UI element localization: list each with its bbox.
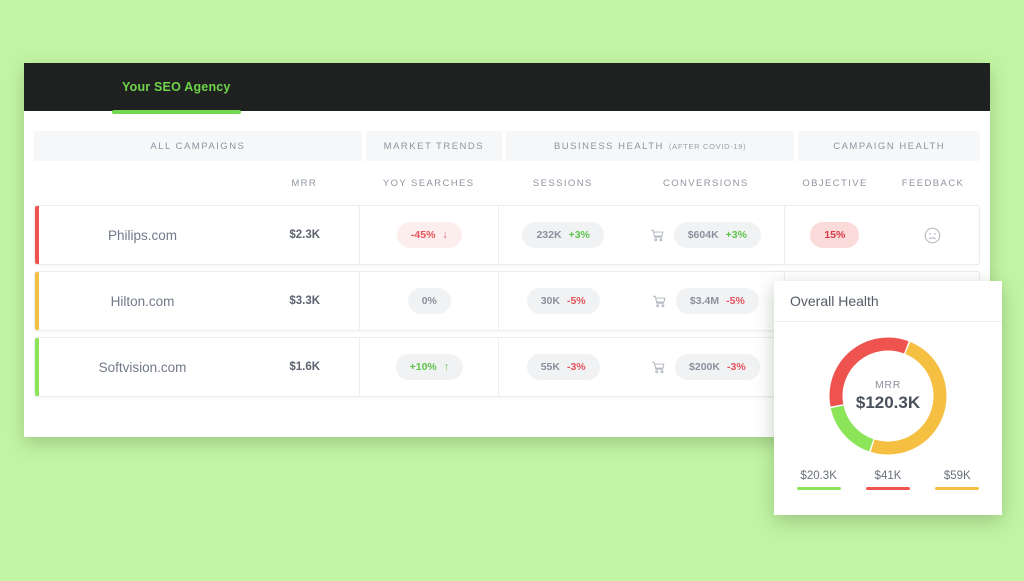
cell-sessions: 232K +3% [498,206,627,264]
donut-metric-value: $120.3K [855,393,921,412]
sessions-value: 55K [540,361,560,373]
active-tab-underline [112,110,241,114]
conversions-delta: -3% [726,361,746,373]
sessions-value: 30K [540,295,560,307]
legend-color-bar [796,487,841,490]
cell-mrr: $3.3K [289,295,321,307]
column-header-conversions[interactable]: CONVERSIONS [663,178,749,189]
sessions-delta: -3% [566,361,586,373]
column-group-label: BUSINESS HEALTH [553,140,664,152]
cell-sessions: 55K -3% [498,338,627,396]
row-status-accent [35,272,39,330]
cell-conversions: $200K -3% [627,338,783,396]
column-group-business-health[interactable]: BUSINESS HEALTH (AFTER COVID-19) [506,131,795,161]
cell-feedback[interactable] [885,206,979,264]
shopping-cart-icon [650,229,664,241]
overall-health-title: Overall Health [774,281,1002,322]
sessions-pill: 30K -5% [526,288,600,314]
yoy-value: -45% [410,229,436,241]
tab-your-seo-agency[interactable]: Your SEO Agency [112,63,241,114]
cell-site-name[interactable]: Softvision.com [35,338,250,396]
yoy-pill: -45% ↓ [396,222,462,248]
conversions-pill: $3.4M -5% [675,288,759,314]
column-group-campaign-health[interactable]: CAMPAIGN HEALTH [798,131,980,161]
donut-center-label: MRR $120.3K [825,333,951,459]
column-group-header-row: ALL CAMPAIGNS MARKET TRENDS BUSINESS HEA… [24,111,990,161]
cell-conversions: $3.4M -5% [627,272,783,330]
column-header-feedback[interactable]: FEEDBACK [902,178,964,189]
arrow-down-icon: ↓ [442,229,448,241]
column-group-label: MARKET TRENDS [383,140,485,152]
conversions-value: $3.4M [689,295,720,307]
brand-tab-label: Your SEO Agency [122,80,231,94]
row-status-accent [35,206,39,264]
cell-mrr: $2.3K [289,229,321,241]
column-group-label: CAMPAIGN HEALTH [833,140,946,152]
cell-sessions: 30K -5% [498,272,627,330]
legend-value: $20.3K [800,470,837,482]
sessions-delta: +3% [568,229,590,241]
cell-site-name[interactable]: Philips.com [35,206,250,264]
cell-conversions: $604K +3% [627,206,783,264]
column-header-row: MRR YOY SEARCHES SESSIONS CONVERSIONS OB… [24,161,990,205]
cell-objective: 15% [783,206,886,264]
overall-health-panel: Overall Health MRR $120.3K $20.3K $41K $… [774,281,1002,515]
objective-value: 15% [824,229,846,241]
cell-mrr: $1.6K [289,361,321,373]
shopping-cart-icon [652,361,665,373]
legend-item[interactable]: $41K [865,470,910,490]
sad-face-icon[interactable] [923,226,942,245]
sessions-value: 232K [536,229,562,241]
conversions-delta: -5% [726,295,745,307]
cell-yoy-searches: -45% ↓ [359,206,498,264]
yoy-pill: +10% ↑ [395,354,463,380]
column-header-sessions[interactable]: SESSIONS [533,178,593,189]
column-group-sublabel: (AFTER COVID-19) [668,141,747,151]
sessions-pill: 55K -3% [526,354,600,380]
yoy-value: 0% [421,295,437,307]
conversions-value: $200K [689,361,720,373]
cell-site-name[interactable]: Hilton.com [35,272,250,330]
conversions-pill: $200K -3% [675,354,760,380]
donut-chart: MRR $120.3K [825,333,951,459]
app-topbar: Your SEO Agency [24,63,990,114]
shopping-cart-icon [652,295,666,307]
column-group-label: ALL CAMPAIGNS [150,140,246,152]
row-status-accent [35,338,39,396]
legend-value: $59K [943,470,971,482]
column-header-yoy-searches[interactable]: YOY SEARCHES [383,178,475,189]
cell-yoy-searches: +10% ↑ [359,338,498,396]
objective-pill: 15% [810,222,860,248]
sessions-pill: 232K +3% [522,222,604,248]
column-header-site [34,161,249,205]
column-header-objective[interactable]: OBJECTIVE [802,178,867,189]
column-group-all-campaigns[interactable]: ALL CAMPAIGNS [34,131,362,161]
legend-item[interactable]: $20.3K [796,470,841,490]
sessions-delta: -5% [566,295,586,307]
arrow-up-icon: ↑ [443,361,449,373]
yoy-value: +10% [409,361,437,373]
yoy-pill: 0% [407,288,451,314]
table-row[interactable]: Philips.com $2.3K -45% ↓ 232K +3% $604K … [34,205,980,265]
column-header-mrr[interactable]: MRR [291,178,317,189]
cell-yoy-searches: 0% [359,272,498,330]
legend-item[interactable]: $59K [935,470,980,490]
conversions-delta: +3% [725,229,747,241]
conversions-pill: $604K +3% [673,222,761,248]
conversions-value: $604K [687,229,719,241]
donut-chart-area: MRR $120.3K [774,322,1002,470]
column-group-market-trends[interactable]: MARKET TRENDS [365,131,503,161]
donut-metric-label: MRR [874,379,901,391]
legend-value: $41K [874,470,902,482]
legend-color-bar [865,487,910,490]
donut-legend: $20.3K $41K $59K [774,470,1002,490]
legend-color-bar [935,487,980,490]
